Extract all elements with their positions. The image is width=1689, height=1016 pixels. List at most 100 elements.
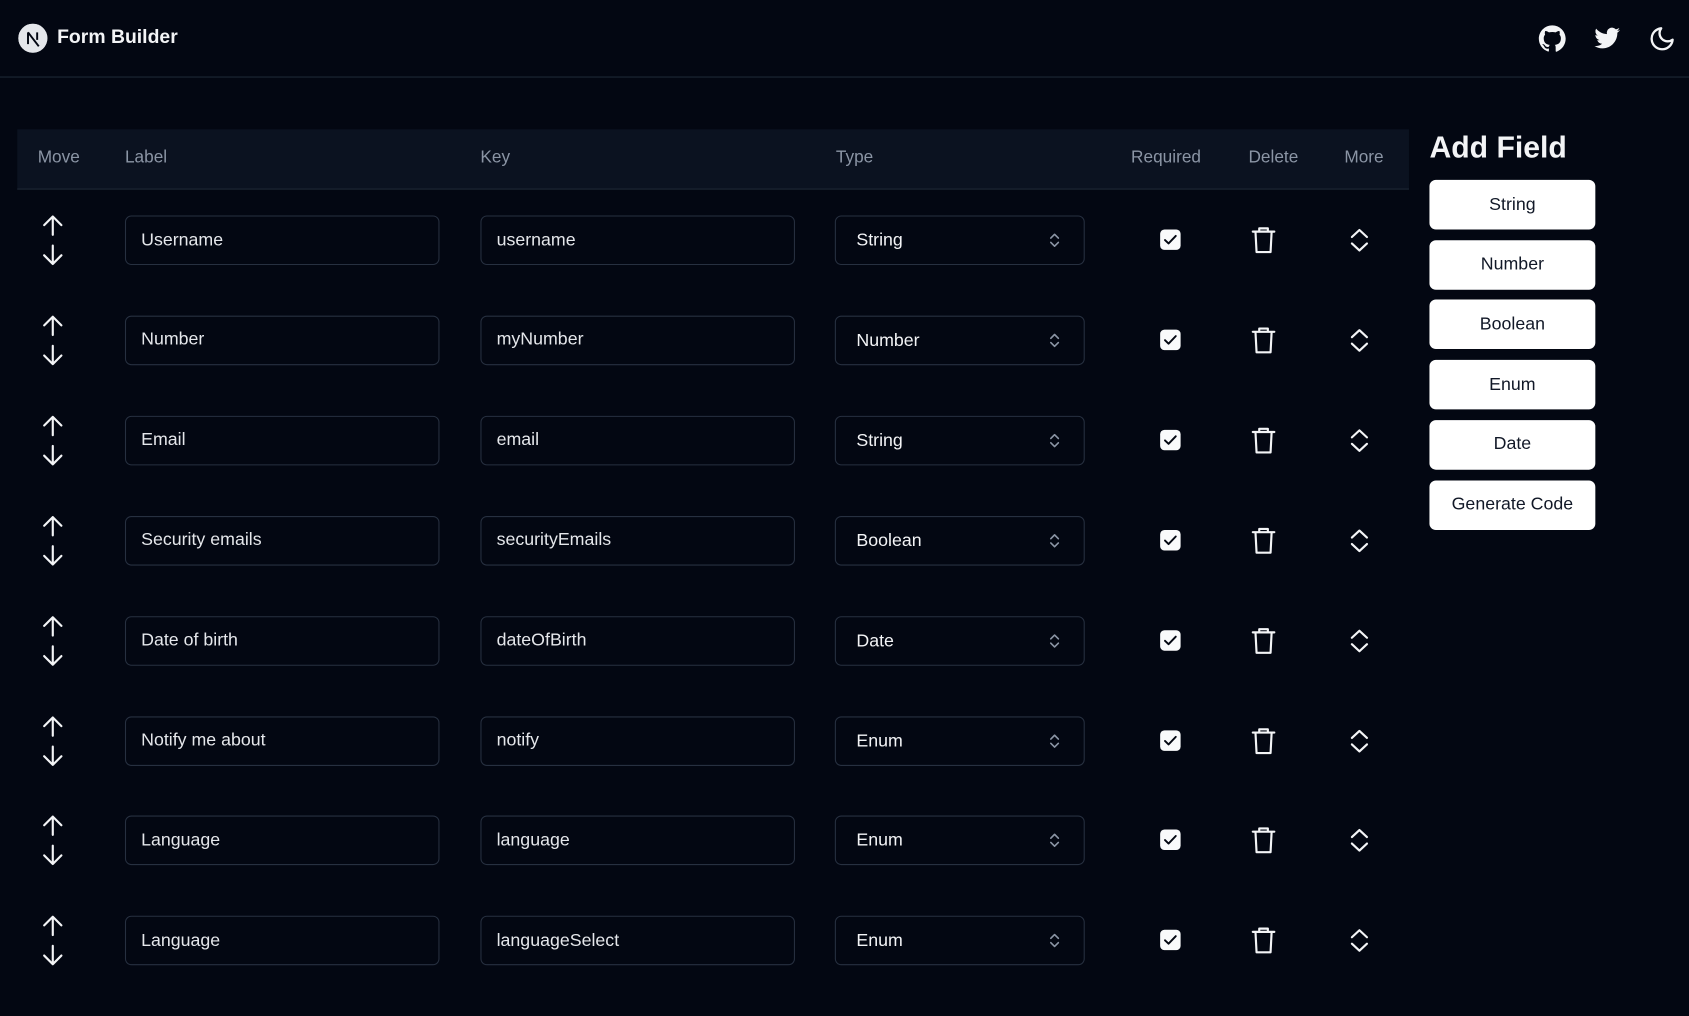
type-select[interactable]: Number [834,315,1085,366]
move-controls [39,914,67,968]
label-input[interactable] [124,215,440,266]
trash-icon[interactable] [1250,425,1278,455]
check-icon [1164,335,1177,345]
table-header: Move Label Key Type Required Delete More [17,129,1409,190]
required-checkbox[interactable] [1160,329,1181,351]
twitter-link[interactable] [1593,25,1621,53]
arrow-down-icon[interactable] [39,844,67,868]
key-input[interactable] [480,415,795,466]
move-controls [39,614,67,668]
type-select[interactable]: Enum [834,715,1085,766]
arrow-up-icon[interactable] [39,413,67,437]
required-checkbox[interactable] [1160,229,1181,250]
arrow-up-icon[interactable] [39,914,67,938]
trash-icon[interactable] [1250,625,1278,655]
trash-icon[interactable] [1250,225,1278,255]
add-enum-button[interactable]: Enum [1429,359,1596,410]
label-input[interactable] [124,715,440,766]
expand-chevrons-icon[interactable] [1349,928,1371,954]
type-select-value: Date [856,630,894,651]
required-checkbox[interactable] [1160,529,1181,551]
expand-chevrons-icon[interactable] [1349,327,1371,353]
github-icon [1538,25,1566,52]
label-input[interactable] [124,515,440,566]
key-input[interactable] [480,916,795,966]
label-input[interactable] [124,815,440,866]
twitter-icon [1594,27,1621,49]
arrow-up-icon[interactable] [39,213,67,237]
required-checkbox[interactable] [1160,629,1181,651]
required-checkbox[interactable] [1160,829,1181,851]
check-icon [1164,535,1177,545]
expand-chevrons-icon[interactable] [1349,227,1371,253]
trash-icon[interactable] [1250,325,1278,355]
select-chevrons-icon [1050,333,1060,348]
col-move: Move [37,148,80,167]
arrow-down-icon[interactable] [39,243,67,267]
arrow-up-icon[interactable] [39,614,67,638]
table-row-8: Enum [17,916,1409,1016]
arrow-down-icon[interactable] [39,744,67,768]
table-row-2: Number [17,313,1409,416]
type-select[interactable]: String [834,215,1085,266]
move-controls [39,413,67,467]
key-input[interactable] [480,715,795,766]
arrow-down-icon[interactable] [39,544,67,568]
required-checkbox[interactable] [1160,930,1181,951]
type-select[interactable]: Boolean [834,515,1085,566]
arrow-up-icon[interactable] [39,714,67,738]
select-chevrons-icon [1050,433,1060,448]
select-chevrons-icon [1050,533,1060,548]
expand-chevrons-icon[interactable] [1349,528,1371,554]
top-nav: Form Builder [0,0,1689,78]
expand-chevrons-icon[interactable] [1349,828,1371,854]
move-controls [39,514,67,568]
add-number-button[interactable]: Number [1429,239,1596,290]
expand-chevrons-icon[interactable] [1349,628,1371,654]
trash-icon[interactable] [1250,726,1278,756]
arrow-up-icon[interactable] [39,514,67,538]
trash-icon[interactable] [1250,926,1278,956]
check-icon [1164,234,1177,245]
arrow-up-icon[interactable] [39,814,67,838]
trash-icon[interactable] [1250,525,1278,555]
arrow-down-icon[interactable] [39,944,67,968]
type-select-value: String [856,230,903,250]
add-date-button[interactable]: Date [1429,419,1596,470]
arrow-up-icon[interactable] [39,313,67,337]
col-label: Label [124,148,168,167]
arrow-down-icon[interactable] [39,644,67,668]
key-input[interactable] [480,815,795,866]
theme-toggle[interactable] [1648,25,1676,53]
generate-code-button[interactable]: Generate Code [1429,479,1596,530]
label-input[interactable] [124,315,440,366]
type-select[interactable]: Enum [834,815,1085,866]
arrow-down-icon[interactable] [39,344,67,368]
type-select[interactable]: Enum [834,916,1085,966]
expand-chevrons-icon[interactable] [1349,728,1371,754]
app-title: Form Builder [57,25,178,48]
type-select[interactable]: String [834,415,1085,466]
col-delete: Delete [1248,148,1299,167]
add-string-button[interactable]: String [1429,179,1596,230]
github-link[interactable] [1538,25,1566,53]
trash-icon[interactable] [1250,826,1278,856]
move-controls [39,313,67,367]
key-input[interactable] [480,515,795,566]
required-checkbox[interactable] [1160,429,1181,451]
key-input[interactable] [480,615,795,666]
add-field-title: Add Field [1429,130,1567,164]
label-input[interactable] [124,916,440,966]
arrow-down-icon[interactable] [39,444,67,468]
key-input[interactable] [480,315,795,366]
expand-chevrons-icon[interactable] [1349,427,1371,453]
logo-icon[interactable] [18,23,48,53]
label-input[interactable] [124,415,440,466]
label-input[interactable] [124,615,440,666]
type-select[interactable]: Date [834,615,1085,666]
required-checkbox[interactable] [1160,729,1181,751]
add-boolean-button[interactable]: Boolean [1429,299,1596,350]
table-row-6: Enum [17,714,1409,816]
key-input[interactable] [480,215,795,266]
check-icon [1164,835,1177,845]
